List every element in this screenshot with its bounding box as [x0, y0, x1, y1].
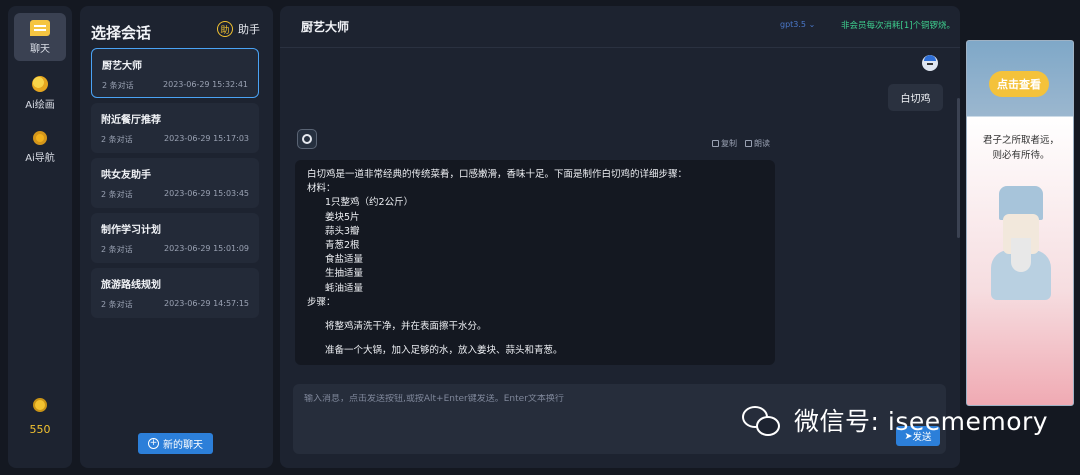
conversation-item[interactable]: 厨艺大师 2 条对话 2023-06-29 15:32:41 — [91, 48, 259, 98]
assistant-button[interactable]: 助 助手 — [217, 21, 260, 37]
conversation-time: 2023-06-29 15:01:09 — [164, 244, 249, 253]
conversation-title: 厨艺大师 — [102, 61, 142, 72]
assistant-icon: 助 — [217, 21, 233, 37]
coin-balance: 550 — [29, 423, 51, 436]
conversation-time: 2023-06-29 15:17:03 — [164, 134, 249, 143]
conversation-count: 2 条对话 — [101, 245, 133, 254]
rail-item-label: 聊天 — [30, 43, 50, 55]
step-item: 将整鸡清洗干净，并在表面擦干水分。 — [325, 321, 487, 333]
conversation-title: 哄女友助手 — [101, 170, 151, 181]
conversation-count: 2 条对话 — [101, 135, 133, 144]
model-label: gpt3.5 — [780, 20, 807, 29]
copy-button[interactable]: 复制 — [712, 138, 737, 149]
copy-icon — [712, 140, 719, 147]
conversation-list-panel: 选择会话 助 助手 厨艺大师 2 条对话 2023-06-29 15:32:41… — [80, 6, 273, 468]
ingredient-item: 姜块5片 — [325, 211, 360, 223]
chat-scrollbar[interactable] — [957, 98, 960, 238]
message-composer: ➤ 发送 — [293, 384, 946, 454]
ad-banner[interactable]: 点击查看 君子之所取者远， 则必有所待。 — [966, 40, 1074, 406]
conversation-time: 2023-06-29 15:32:41 — [163, 80, 248, 89]
user-message: 白切鸡 — [888, 84, 943, 111]
send-button[interactable]: ➤ 发送 — [896, 426, 940, 446]
new-chat-label: 新的聊天 — [163, 440, 203, 451]
conversation-count: 2 条对话 — [102, 81, 134, 90]
read-aloud-button[interactable]: 朗读 — [745, 138, 770, 149]
bot-message-line: 材料： — [307, 183, 336, 195]
ingredient-item: 生抽适量 — [325, 268, 364, 280]
chat-header: 厨艺大师 gpt3.5 ⌄ 非会员每次消耗[1]个铜锣烧。 — [280, 6, 960, 48]
conversation-item[interactable]: 旅游路线规划 2 条对话 2023-06-29 14:57:15 — [91, 268, 259, 318]
ad-view-button[interactable]: 点击查看 — [989, 71, 1049, 97]
ingredient-item: 青葱2根 — [325, 240, 360, 252]
assistant-label: 助手 — [238, 23, 260, 36]
rail-item-ai-nav[interactable]: Ai导航 — [14, 123, 66, 171]
ingredient-item: 食盐适量 — [325, 254, 364, 266]
ingredient-item: 蒜头3瓣 — [325, 225, 360, 237]
conversation-title: 附近餐厅推荐 — [101, 115, 161, 126]
conversation-item[interactable]: 附近餐厅推荐 2 条对话 2023-06-29 15:17:03 — [91, 103, 259, 153]
steps-label: 步骤： — [307, 296, 336, 308]
ingredient-item: 1只整鸡（约2公斤） — [325, 197, 414, 209]
conversation-title: 旅游路线规划 — [101, 280, 161, 291]
ad-quote: 君子之所取者远， 则必有所待。 — [982, 135, 1059, 161]
user-avatar — [922, 55, 938, 71]
paint-icon — [32, 75, 48, 92]
rail-item-label: Ai导航 — [25, 152, 55, 164]
bot-message: 白切鸡是一道非常经典的传统菜肴，口感嫩滑，香味十足。下面是制作白切鸡的详细步骤：… — [295, 160, 775, 365]
message-input[interactable] — [304, 394, 904, 404]
sage-figure-image — [987, 176, 1055, 306]
send-label: 发送 — [912, 432, 932, 443]
chat-main: 厨艺大师 gpt3.5 ⌄ 非会员每次消耗[1]个铜锣烧。 白切鸡 复制 朗读 … — [280, 6, 960, 468]
bot-avatar — [297, 129, 317, 149]
conversation-title: 制作学习计划 — [101, 225, 161, 236]
bot-message-actions: 复制 朗读 — [712, 138, 770, 149]
new-chat-button[interactable]: + 新的聊天 — [138, 433, 213, 454]
bot-message-line: 白切鸡是一道非常经典的传统菜肴，口感嫩滑，香味十足。下面是制作白切鸡的详细步骤： — [307, 169, 688, 180]
plus-icon: + — [148, 438, 159, 449]
model-selector[interactable]: gpt3.5 ⌄ — [780, 20, 815, 29]
rail-item-chat[interactable]: 聊天 — [14, 13, 66, 61]
chat-icon — [30, 19, 50, 36]
conversation-time: 2023-06-29 14:57:15 — [164, 299, 249, 308]
openai-icon — [302, 134, 312, 144]
conversation-time: 2023-06-29 15:03:45 — [164, 189, 249, 198]
conversation-item[interactable]: 哄女友助手 2 条对话 2023-06-29 15:03:45 — [91, 158, 259, 208]
step-item: 准备一个大锅，加入足够的水，放入姜块、蒜头和青葱。 — [325, 345, 563, 357]
speaker-icon — [745, 140, 752, 147]
rail-item-ai-paint[interactable]: Ai绘画 — [14, 69, 66, 117]
rail-item-label: Ai绘画 — [25, 99, 55, 111]
conversation-count: 2 条对话 — [101, 190, 133, 199]
ingredient-item: 蚝油适量 — [325, 282, 364, 294]
left-rail: 聊天 Ai绘画 Ai导航 550 — [8, 6, 72, 468]
app: 聊天 Ai绘画 Ai导航 550 选择会话 助 助手 厨艺大师 2 条对话 20… — [0, 0, 1080, 475]
usage-notice: 非会员每次消耗[1]个铜锣烧。 — [841, 21, 956, 31]
coin-icon — [33, 398, 47, 412]
chat-title: 厨艺大师 — [301, 20, 350, 34]
conversation-list-title: 选择会话 — [91, 24, 152, 42]
conversation-count: 2 条对话 — [101, 300, 133, 309]
chevron-down-icon: ⌄ — [808, 20, 816, 29]
send-icon: ➤ — [904, 430, 913, 442]
conversation-item[interactable]: 制作学习计划 2 条对话 2023-06-29 15:01:09 — [91, 213, 259, 263]
compass-icon — [33, 130, 47, 145]
